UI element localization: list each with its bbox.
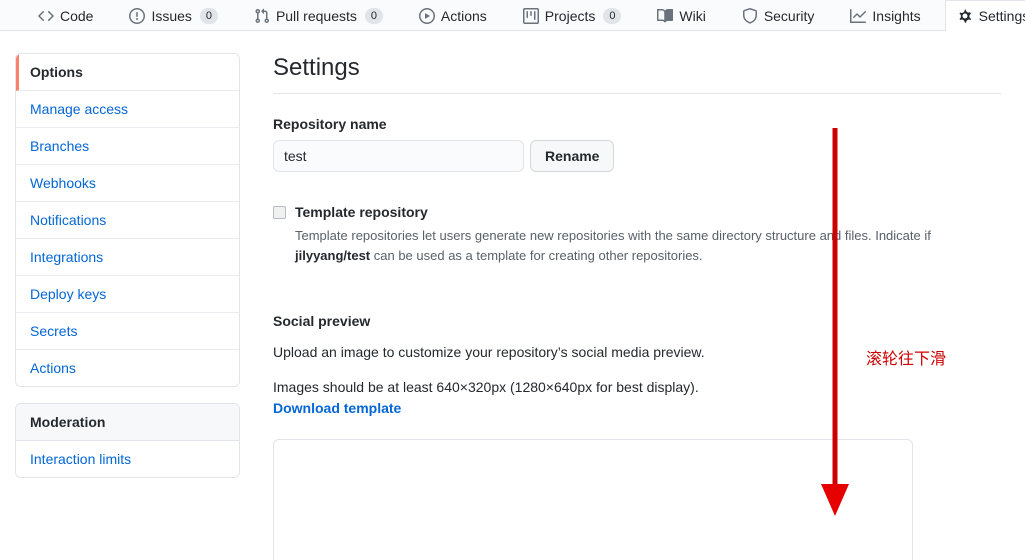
- sidebar-item-branches[interactable]: Branches: [16, 128, 239, 165]
- sidebar-item-actions[interactable]: Actions: [16, 350, 239, 386]
- graph-icon: [850, 8, 867, 24]
- tab-projects[interactable]: Projects 0: [511, 0, 634, 31]
- sidebar-item-secrets-label: Secrets: [30, 323, 78, 339]
- sidebar-item-actions-label: Actions: [30, 360, 76, 376]
- template-description-before: Template repositories let users generate…: [295, 228, 931, 243]
- project-icon: [522, 8, 539, 24]
- tab-settings[interactable]: Settings: [944, 0, 1025, 32]
- template-repository-row: Template repository: [273, 203, 1001, 221]
- tab-actions[interactable]: Actions: [407, 0, 499, 31]
- repository-name-section: Repository name Rename: [273, 116, 1001, 172]
- repository-name-label: Repository name: [273, 116, 387, 132]
- tab-code-label: Code: [60, 8, 94, 24]
- template-description-repo: jilyyang/test: [295, 247, 371, 263]
- book-icon: [657, 8, 674, 24]
- git-pull-request-icon: [254, 8, 270, 24]
- template-repository-label[interactable]: Template repository: [295, 203, 428, 221]
- tab-pull-requests-label: Pull requests: [275, 8, 357, 24]
- sidebar-item-interaction-limits-label: Interaction limits: [30, 451, 132, 467]
- tab-issues-count: 0: [199, 8, 218, 24]
- tab-security-label: Security: [763, 8, 815, 24]
- social-preview-dropzone[interactable]: [273, 439, 913, 560]
- template-repository-section: Template repository Template repositorie…: [273, 203, 1001, 265]
- tab-insights[interactable]: Insights: [838, 0, 932, 31]
- repository-name-input[interactable]: [273, 140, 524, 172]
- shield-icon: [742, 8, 758, 24]
- tab-insights-label: Insights: [872, 8, 921, 24]
- sidebar-item-manage-access-label: Manage access: [30, 101, 129, 117]
- social-preview-line2: Images should be at least 640×320px (128…: [273, 379, 699, 395]
- sidebar-item-deploy-keys-label: Deploy keys: [30, 286, 107, 302]
- download-template-link[interactable]: Download template: [273, 400, 401, 416]
- template-repository-checkbox[interactable]: [273, 206, 286, 219]
- sidebar-item-notifications[interactable]: Notifications: [16, 202, 239, 239]
- tab-actions-label: Actions: [440, 8, 487, 24]
- play-icon: [418, 8, 435, 24]
- sidebar-item-webhooks-label: Webhooks: [30, 175, 96, 191]
- repository-nav: Code Issues 0 Pull requests 0 Actions Pr…: [0, 0, 1025, 32]
- sidebar-item-notifications-label: Notifications: [30, 212, 107, 228]
- template-repository-description: Template repositories let users generate…: [295, 226, 1001, 265]
- tab-code[interactable]: Code: [26, 0, 105, 31]
- sidebar-item-integrations-label: Integrations: [30, 249, 104, 265]
- social-preview-heading: Social preview: [273, 313, 371, 329]
- tab-projects-label: Projects: [544, 8, 596, 24]
- sidebar-item-webhooks[interactable]: Webhooks: [16, 165, 239, 202]
- moderation-heading: Moderation: [16, 404, 239, 441]
- tab-security[interactable]: Security: [730, 0, 827, 31]
- settings-menu-primary: Options Manage access Branches Webhooks …: [15, 53, 240, 387]
- tab-settings-label: Settings: [978, 8, 1025, 24]
- tab-pull-requests-count: 0: [364, 8, 383, 24]
- sidebar-item-integrations[interactable]: Integrations: [16, 239, 239, 276]
- sidebar-item-options-label: Options: [30, 64, 83, 80]
- tab-wiki-label: Wiki: [679, 8, 706, 24]
- settings-sidebar: Options Manage access Branches Webhooks …: [15, 53, 240, 560]
- rename-row: Rename: [273, 140, 1001, 172]
- page-title: Settings: [273, 54, 360, 81]
- template-description-after: can be used as a template for creating o…: [370, 247, 703, 263]
- sidebar-item-secrets[interactable]: Secrets: [16, 313, 239, 350]
- sidebar-item-branches-label: Branches: [30, 138, 90, 154]
- settings-page: Options Manage access Branches Webhooks …: [0, 31, 1025, 560]
- issue-opened-icon: [129, 8, 146, 24]
- settings-menu-moderation: Moderation Interaction limits: [15, 403, 240, 478]
- sidebar-item-manage-access[interactable]: Manage access: [16, 91, 239, 128]
- sidebar-item-interaction-limits[interactable]: Interaction limits: [16, 441, 239, 477]
- tab-projects-count: 0: [603, 8, 622, 24]
- title-divider: [273, 93, 1001, 94]
- sidebar-item-deploy-keys[interactable]: Deploy keys: [16, 276, 239, 313]
- tab-issues[interactable]: Issues 0: [117, 0, 229, 31]
- sidebar-item-options[interactable]: Options: [16, 54, 239, 91]
- tab-issues-label: Issues: [151, 8, 192, 24]
- gear-icon: [957, 8, 973, 24]
- rename-button[interactable]: Rename: [530, 140, 615, 172]
- code-icon: [38, 8, 54, 24]
- social-preview-section: Social preview Upload an image to custom…: [273, 313, 1001, 560]
- settings-content: Settings Repository name Rename Template…: [273, 53, 1001, 560]
- tab-pull-requests[interactable]: Pull requests 0: [242, 0, 395, 31]
- tab-wiki[interactable]: Wiki: [645, 0, 717, 31]
- social-preview-line1: Upload an image to customize your reposi…: [273, 344, 705, 360]
